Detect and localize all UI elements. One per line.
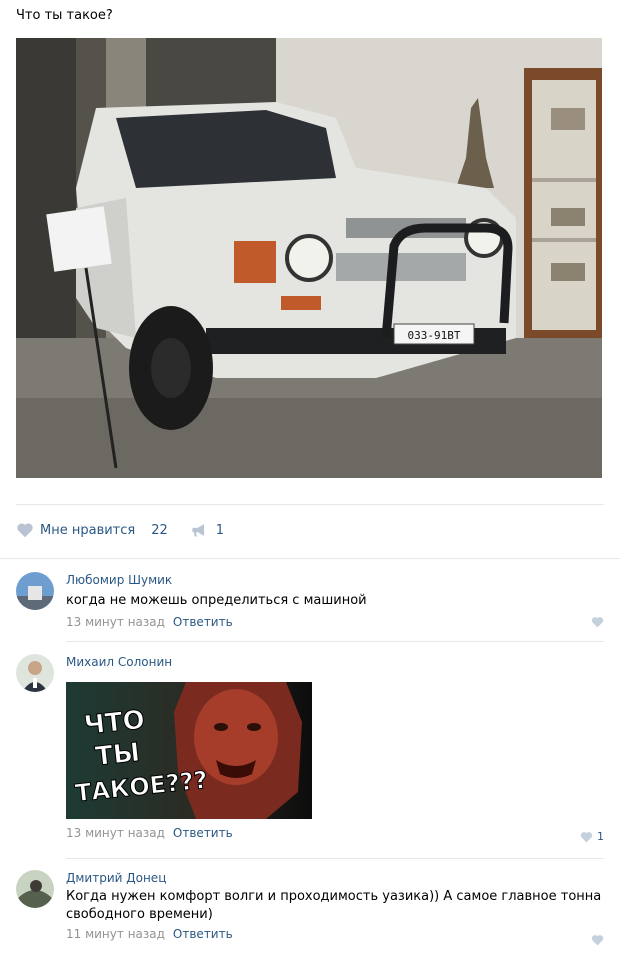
comment-time[interactable]: 13 минут назад <box>66 826 165 840</box>
comment-like-button[interactable] <box>591 616 604 628</box>
meme-illustration: ЧТО ТЫ ТАКОЕ??? <box>66 682 312 819</box>
heart-icon <box>591 617 604 628</box>
comment-time[interactable]: 13 минут назад <box>66 615 165 629</box>
avatar[interactable] <box>16 572 54 610</box>
reply-button[interactable]: Ответить <box>173 826 233 840</box>
avatar-image <box>16 572 54 610</box>
like-label: Мне нравится <box>40 522 136 538</box>
heart-icon <box>17 523 33 538</box>
comment-author[interactable]: Дмитрий Донец <box>66 870 604 886</box>
comment-meta: 11 минут назад Ответить <box>66 926 604 942</box>
avatar-image <box>16 654 54 692</box>
share-count: 1 <box>215 522 225 538</box>
comment-meta: 13 минут назад Ответить <box>66 614 604 630</box>
comment-like-count: 1 <box>597 830 604 843</box>
avatar[interactable] <box>16 654 54 692</box>
comment-like-button[interactable] <box>591 934 604 946</box>
post-title: Что ты такое? <box>16 8 113 23</box>
comment-divider <box>66 641 604 642</box>
comment-item: Любомир Шумик когда не можешь определить… <box>16 572 604 632</box>
like-count: 22 <box>151 522 168 538</box>
comment-text: Когда нужен комфорт волги и проходимость… <box>66 889 602 922</box>
car-photo-illustration: 033-91ВТ <box>16 38 602 478</box>
avatar-image <box>16 870 54 908</box>
heart-icon <box>580 831 593 842</box>
comment-item: Дмитрий Донец Когда нужен комфорт волги … <box>16 870 604 956</box>
heart-icon <box>591 935 604 946</box>
post-divider <box>16 504 604 505</box>
meme-image[interactable]: ЧТО ТЫ ТАКОЕ??? <box>66 682 312 819</box>
comment-text: когда не можешь определиться с машиной <box>66 593 367 608</box>
share-button[interactable]: 1 <box>190 522 224 538</box>
post-actions: Мне нравится 22 1 <box>16 520 224 540</box>
avatar[interactable] <box>16 870 54 908</box>
comment-author[interactable]: Любомир Шумик <box>66 572 604 588</box>
comment-author[interactable]: Михаил Солонин <box>66 654 604 670</box>
reply-button[interactable]: Ответить <box>173 927 233 941</box>
comment-meta: 13 минут назад Ответить <box>66 825 604 841</box>
comments-divider <box>0 558 620 559</box>
license-plate: 033-91ВТ <box>408 329 461 342</box>
comment-item: Михаил Солонин ЧТО ТЫ ТАКОЕ??? 13 минут … <box>16 654 604 850</box>
comment-divider <box>66 858 604 859</box>
comment-time[interactable]: 11 минут назад <box>66 927 165 941</box>
post-photo[interactable]: 033-91ВТ <box>16 38 602 478</box>
reply-button[interactable]: Ответить <box>173 615 233 629</box>
comment-like-button[interactable]: 1 <box>580 830 604 843</box>
meme-line-2: ТЫ <box>94 738 142 773</box>
meme-line-1: ЧТО <box>83 705 147 741</box>
like-button[interactable]: Мне нравится 22 <box>16 522 168 538</box>
megaphone-icon <box>192 524 204 537</box>
